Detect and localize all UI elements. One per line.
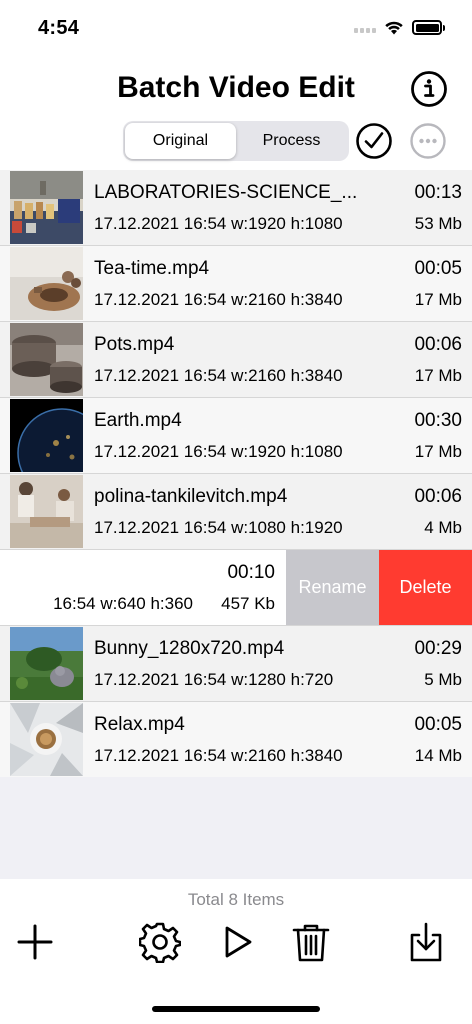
trash-icon[interactable] — [288, 919, 334, 965]
delete-button[interactable]: Delete — [379, 550, 472, 625]
video-duration: 00:29 — [414, 638, 462, 659]
status-icons — [354, 20, 445, 35]
video-size: 14 Mb — [414, 746, 462, 765]
video-duration: 00:13 — [414, 182, 462, 203]
video-meta: 17.12.2021 16:54 w:2160 h:3840 — [94, 290, 343, 309]
segment-original[interactable]: Original — [125, 123, 236, 159]
video-name: Bunny_1280x720.mp4 — [94, 638, 285, 659]
list-empty-area — [0, 777, 472, 879]
video-thumbnail — [10, 627, 83, 700]
video-meta: 16:54 w:640 h:360 — [53, 594, 193, 613]
video-size: 53 Mb — [414, 214, 462, 233]
video-row[interactable]: LABORATORIES-SCIENCE_... 00:13 17.12.202… — [0, 170, 472, 246]
video-row[interactable]: Bunny_1280x720.mp4 00:29 17.12.2021 16:5… — [0, 626, 472, 702]
video-list: LABORATORIES-SCIENCE_... 00:13 17.12.202… — [0, 170, 472, 778]
video-name: LABORATORIES-SCIENCE_... — [94, 182, 358, 203]
video-name: polina-tankilevitch.mp4 — [94, 486, 288, 507]
video-size: 17 Mb — [414, 366, 462, 385]
video-duration: 00:06 — [414, 486, 462, 507]
page-title: Batch Video Edit — [117, 71, 355, 104]
video-thumbnail — [10, 247, 83, 320]
video-duration: 00:10 — [227, 562, 275, 583]
video-thumbnail — [10, 475, 83, 548]
info-icon[interactable] — [410, 70, 448, 108]
video-duration: 00:06 — [414, 334, 462, 355]
segment-process[interactable]: Process — [236, 123, 347, 159]
video-meta: 17.12.2021 16:54 w:1920 h:1080 — [94, 442, 343, 461]
plus-icon[interactable] — [12, 919, 58, 965]
home-indicator[interactable] — [152, 1006, 320, 1012]
video-size: 17 Mb — [414, 442, 462, 461]
video-size: 457 Kb — [221, 594, 275, 613]
video-row[interactable]: Pots.mp4 00:06 17.12.2021 16:54 w:2160 h… — [0, 322, 472, 398]
video-size: 17 Mb — [414, 290, 462, 309]
video-row[interactable]: Relax.mp4 00:05 17.12.2021 16:54 w:2160 … — [0, 702, 472, 778]
ellipsis-circle-icon[interactable] — [409, 122, 447, 160]
video-meta: 17.12.2021 16:54 w:1280 h:720 — [94, 670, 334, 689]
video-row[interactable]: polina-tankilevitch.mp4 00:06 17.12.2021… — [0, 474, 472, 550]
video-name: Relax.mp4 — [94, 714, 185, 735]
battery-icon — [412, 20, 445, 35]
video-row[interactable]: Earth.mp4 00:30 17.12.2021 16:54 w:1920 … — [0, 398, 472, 474]
video-row-content[interactable]: 00:10 16:54 w:640 h:360 457 Kb — [0, 550, 286, 625]
video-duration: 00:30 — [414, 410, 462, 431]
video-meta: 17.12.2021 16:54 w:2160 h:3840 — [94, 366, 343, 385]
video-thumbnail — [10, 323, 83, 396]
video-thumbnail — [10, 399, 83, 472]
video-meta: 17.12.2021 16:54 w:1080 h:1920 — [94, 518, 343, 537]
header: Batch Video Edit Original Process — [0, 56, 472, 168]
video-thumbnail — [10, 171, 83, 244]
video-row-swiped[interactable]: 00:10 16:54 w:640 h:360 457 Kb Rename De… — [0, 550, 472, 626]
video-meta: 17.12.2021 16:54 w:1920 h:1080 — [94, 214, 343, 233]
video-name: Tea-time.mp4 — [94, 258, 210, 279]
video-size: 4 Mb — [424, 518, 462, 537]
bottom-toolbar: Total 8 Items — [0, 879, 472, 1024]
wifi-icon — [385, 21, 403, 35]
video-thumbnail — [10, 703, 83, 776]
download-icon[interactable] — [403, 919, 449, 965]
play-icon[interactable] — [214, 919, 260, 965]
video-duration: 00:05 — [414, 258, 462, 279]
status-time: 4:54 — [38, 17, 80, 39]
video-name: Earth.mp4 — [94, 410, 182, 431]
video-name: Pots.mp4 — [94, 334, 175, 355]
status-bar: 4:54 — [0, 0, 472, 56]
total-items-label: Total 8 Items — [187, 890, 285, 909]
gear-icon[interactable] — [137, 919, 183, 965]
segmented-control: Original Process — [123, 121, 349, 161]
video-meta: 17.12.2021 16:54 w:2160 h:3840 — [94, 746, 343, 765]
video-size: 5 Mb — [424, 670, 462, 689]
checkmark-circle-icon[interactable] — [355, 122, 393, 160]
cellular-signal-icon — [354, 23, 376, 33]
rename-button[interactable]: Rename — [286, 550, 379, 625]
video-row[interactable]: Tea-time.mp4 00:05 17.12.2021 16:54 w:21… — [0, 246, 472, 322]
video-duration: 00:05 — [414, 714, 462, 735]
